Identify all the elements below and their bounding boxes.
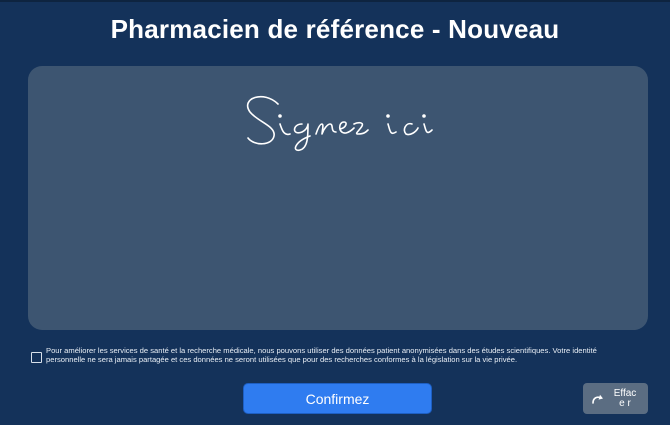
signature-pad[interactable] [28,66,648,330]
clear-label: Efface r [613,387,637,409]
consent-row: Pour améliorer les services de santé et … [31,346,631,364]
signature-placeholder-script [246,95,433,152]
top-border [0,0,670,2]
redo-icon [592,394,603,404]
clear-button[interactable]: Efface r [583,383,648,414]
consent-checkbox[interactable] [31,352,42,363]
consent-text: Pour améliorer les services de santé et … [46,346,597,364]
confirm-button[interactable]: Confirmez [243,383,432,414]
page-title: Pharmacien de référence - Nouveau [110,14,560,44]
